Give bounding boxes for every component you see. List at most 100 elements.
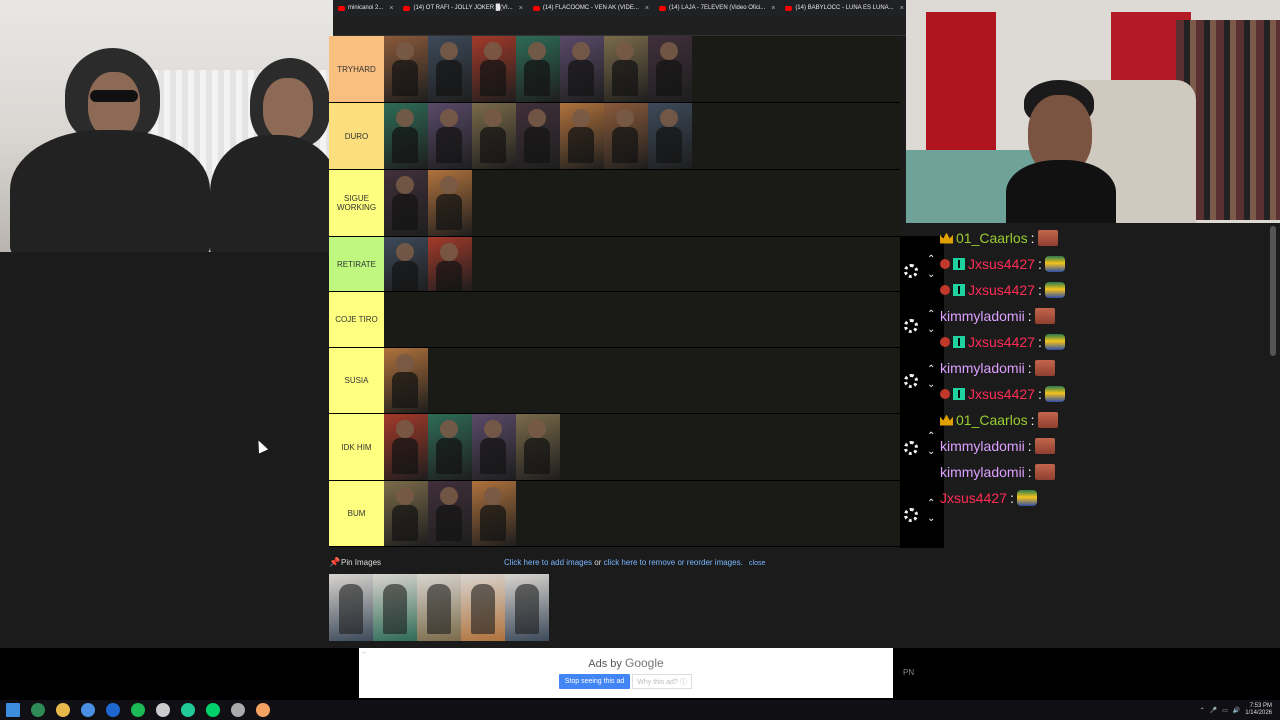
tier-label[interactable]: RETIRATE	[329, 237, 384, 291]
chat-username[interactable]: kimmyladomii	[940, 308, 1025, 324]
close-tab-icon[interactable]: ×	[389, 5, 393, 12]
clock[interactable]: 7:53 PM 1/14/2026	[1245, 703, 1272, 717]
tier-image[interactable]	[560, 103, 604, 169]
tier-label[interactable]: BUM	[329, 481, 384, 546]
volume-icon[interactable]: 🔊	[1233, 707, 1240, 714]
move-up-icon[interactable]: ⌃	[927, 432, 935, 442]
chat-username[interactable]: Jxsus4427	[968, 256, 1035, 272]
browser-tab[interactable]: (14) OT RAFI - JOLLY JOKER █(VI... ×	[398, 0, 527, 16]
chat-message: Jxsus4427:	[940, 252, 1065, 276]
gear-icon[interactable]	[904, 441, 918, 455]
tier-image[interactable]	[648, 36, 692, 102]
tier-image[interactable]	[516, 103, 560, 169]
pinned-image[interactable]	[373, 574, 417, 641]
chrome-icon[interactable]	[80, 703, 95, 717]
capcut-icon[interactable]	[155, 703, 170, 717]
move-down-icon[interactable]: ⌄	[927, 270, 935, 280]
close-link[interactable]: close	[749, 560, 765, 567]
browser-tab[interactable]: (14) BABYLOCC - LUNA ES LUNA... ×	[780, 0, 906, 16]
tier-image[interactable]	[384, 348, 428, 413]
chat-username[interactable]: kimmyladomii	[940, 464, 1025, 480]
app-icon[interactable]	[180, 703, 195, 717]
tier-image[interactable]	[472, 414, 516, 480]
tier-image[interactable]	[428, 103, 472, 169]
close-tab-icon[interactable]: ×	[900, 5, 904, 12]
gear-icon[interactable]	[904, 374, 918, 388]
tier-image[interactable]	[516, 414, 560, 480]
tier-image[interactable]	[428, 36, 472, 102]
terminal-icon[interactable]	[30, 703, 45, 717]
tier-image[interactable]	[604, 36, 648, 102]
spotify-icon[interactable]	[130, 703, 145, 717]
pinned-image[interactable]	[329, 574, 373, 641]
tier-label[interactable]: DURO	[329, 103, 384, 169]
move-down-icon[interactable]: ⌄	[927, 380, 935, 390]
browser-tab[interactable]: (14) FLACOOMC - VEN AK (VIDE... ×	[528, 0, 654, 16]
tier-image[interactable]	[384, 414, 428, 480]
pinned-image[interactable]	[461, 574, 505, 641]
person-left	[10, 130, 210, 252]
mic-icon[interactable]: 🎤	[1210, 707, 1217, 714]
move-up-icon[interactable]: ⌃	[927, 365, 935, 375]
tier-image[interactable]	[472, 36, 516, 102]
browser-tab[interactable]: (14) LAJA - 7ELEVEN (Video Ofici... ×	[654, 0, 780, 16]
gear-icon[interactable]	[904, 264, 918, 278]
chat-username[interactable]: kimmyladomii	[940, 438, 1025, 454]
move-up-icon[interactable]: ⌃	[927, 255, 935, 265]
tier-image[interactable]	[384, 170, 428, 236]
chat-username[interactable]: Jxsus4427	[968, 282, 1035, 298]
tier-image[interactable]	[384, 36, 428, 102]
page-scrollbar[interactable]	[1270, 226, 1276, 356]
tier-image[interactable]	[384, 103, 428, 169]
chat-username[interactable]: Jxsus4427	[940, 490, 1007, 506]
chat-username[interactable]: Jxsus4427	[968, 386, 1035, 402]
tier-image[interactable]	[516, 36, 560, 102]
browser-tab[interactable]: minicanoi 2... ×	[333, 0, 398, 16]
tier-label[interactable]: SUSIA	[329, 348, 384, 413]
pinned-image[interactable]	[505, 574, 549, 641]
file-explorer-icon[interactable]	[55, 703, 70, 717]
pinned-image[interactable]	[417, 574, 461, 641]
gear-icon[interactable]	[904, 508, 918, 522]
tier-image[interactable]	[384, 237, 428, 291]
move-up-icon[interactable]: ⌃	[927, 310, 935, 320]
close-tab-icon[interactable]: ×	[771, 5, 775, 12]
tier-image[interactable]	[428, 414, 472, 480]
tier-label[interactable]: SIGUE WORKING	[329, 170, 384, 236]
tier-image[interactable]	[604, 103, 648, 169]
why-this-ad-button[interactable]: Why this ad? ⓘ	[632, 674, 692, 689]
stop-seeing-ad-button[interactable]: Stop seeing this ad	[559, 674, 630, 689]
chat-username[interactable]: 01_Caarlos	[956, 230, 1028, 246]
tier-image[interactable]	[384, 481, 428, 546]
tier-image[interactable]	[428, 481, 472, 546]
close-tab-icon[interactable]: ×	[645, 5, 649, 12]
ad-back-icon[interactable]: ←	[361, 649, 368, 656]
chat-username[interactable]: kimmyladomii	[940, 360, 1025, 376]
move-down-icon[interactable]: ⌄	[927, 325, 935, 335]
tier-image[interactable]	[428, 170, 472, 236]
tier-image[interactable]	[648, 103, 692, 169]
close-tab-icon[interactable]: ×	[519, 5, 523, 12]
tier-image[interactable]	[428, 237, 472, 291]
tier-label[interactable]: TRYHARD	[329, 36, 384, 102]
move-up-icon[interactable]: ⌃	[927, 499, 935, 509]
move-down-icon[interactable]: ⌄	[927, 514, 935, 524]
move-down-icon[interactable]: ⌄	[927, 447, 935, 457]
gear-icon[interactable]	[904, 319, 918, 333]
network-icon[interactable]: ▭	[1222, 707, 1228, 714]
windows-start-icon[interactable]	[5, 703, 20, 717]
game-icon[interactable]	[205, 703, 220, 717]
tier-image[interactable]	[472, 103, 516, 169]
tier-image[interactable]	[560, 36, 604, 102]
reorder-images-link[interactable]: click here to remove or reorder images.	[604, 558, 743, 567]
tier-image[interactable]	[472, 481, 516, 546]
chat-username[interactable]: 01_Caarlos	[956, 412, 1028, 428]
tier-label[interactable]: IDK HIM	[329, 414, 384, 480]
tray-chevron-icon[interactable]: ⌃	[1200, 707, 1205, 714]
add-images-link[interactable]: Click here to add images	[504, 558, 592, 567]
chrome-canary-icon[interactable]	[255, 703, 270, 717]
chat-username[interactable]: Jxsus4427	[968, 334, 1035, 350]
tier-label[interactable]: COJE TIRO	[329, 292, 384, 347]
obs-icon[interactable]	[230, 703, 245, 717]
vscode-icon[interactable]	[105, 703, 120, 717]
